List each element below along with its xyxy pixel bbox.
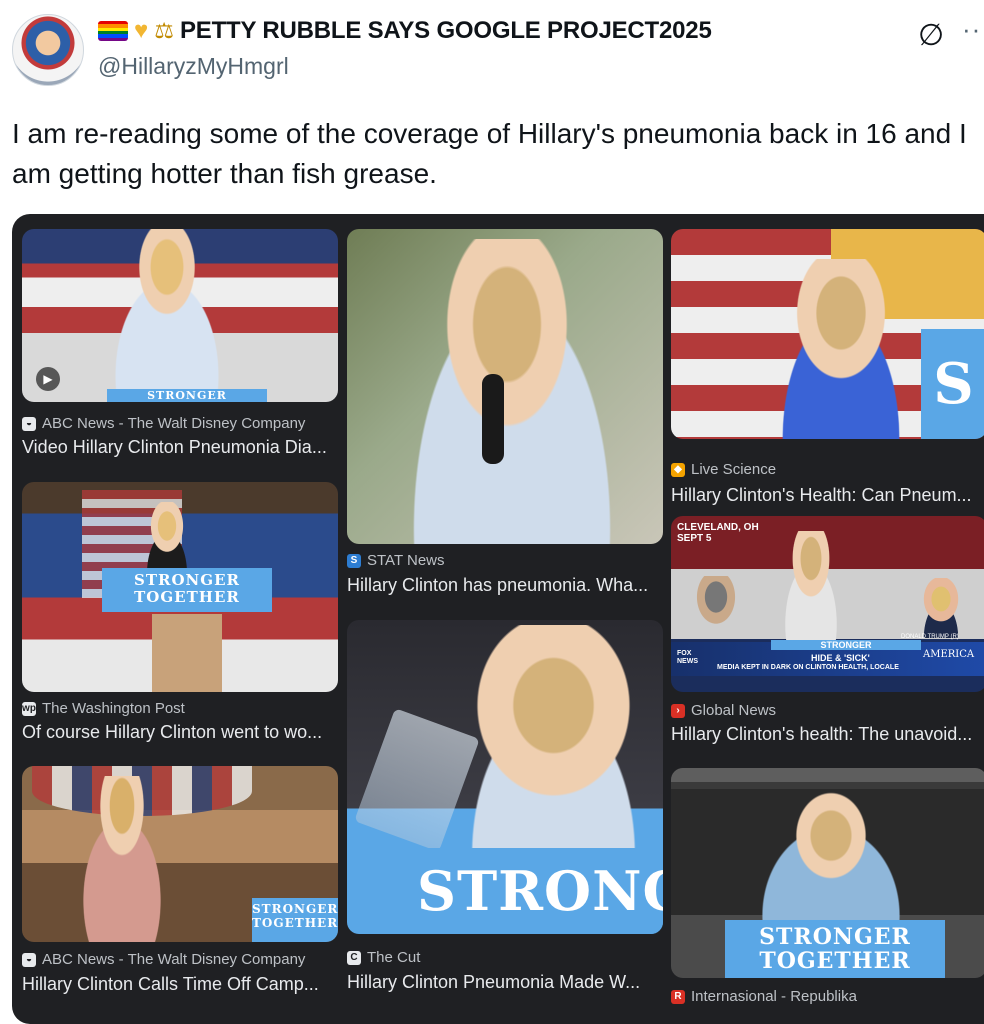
abc-news-icon: ◒ xyxy=(22,952,36,967)
abc-news-icon: ◒ xyxy=(22,416,36,431)
ticker-label: MEDIA KEPT IN DARK ON CLINTON HEALTH, LO… xyxy=(717,664,899,671)
stat-news-icon: S xyxy=(347,553,361,568)
source-label: wp The Washington Post xyxy=(22,700,185,717)
play-icon[interactable]: ▶ xyxy=(36,367,60,391)
rainbow-flag-icon xyxy=(98,21,128,41)
source-label: ◒ ABC News - The Walt Disney Company xyxy=(22,951,305,968)
image-thumbnail[interactable]: S xyxy=(671,229,984,439)
image-thumbnail[interactable] xyxy=(347,229,663,544)
global-news-icon: › xyxy=(671,703,685,718)
image-title[interactable]: Of course Hillary Clinton went to wo... xyxy=(22,722,342,743)
sign-text: STRONG xyxy=(377,848,663,934)
display-name[interactable]: PETTY RUBBLE SAYS GOOGLE PROJECT2025 xyxy=(180,17,712,45)
scales-icon: ⚖ xyxy=(154,18,174,43)
washington-post-icon: wp xyxy=(22,701,36,716)
source-label: ◒ ABC News - The Walt Disney Company xyxy=(22,415,305,432)
fox-news-logo: FOX NEWS xyxy=(677,650,698,665)
image-thumbnail[interactable]: ▶ STRONGER xyxy=(22,229,338,402)
image-thumbnail[interactable]: STRONGER TOGETHER xyxy=(22,766,338,942)
source-label: R Internasional - Republika xyxy=(671,988,857,1005)
sign-text: STRONGER TOGETHER xyxy=(725,920,945,978)
yellow-heart-icon: ♥ xyxy=(134,17,149,44)
image-title[interactable]: Hillary Clinton Calls Time Off Camp... xyxy=(22,974,342,995)
image-thumbnail[interactable]: CLEVELAND, OH SEPT 5 DONALD TRUMP (R) STR… xyxy=(671,516,984,692)
image-thumbnail[interactable]: STRONGER TOGETHER xyxy=(671,768,984,978)
image-title[interactable]: Hillary Clinton has pneumonia. Wha... xyxy=(347,575,667,596)
image-title[interactable]: Hillary Clinton Pneumonia Made W... xyxy=(347,972,667,993)
sign-text: STRONGER TOGETHER xyxy=(102,568,272,612)
republika-icon: R xyxy=(671,989,685,1004)
sign-text: STRONGER xyxy=(107,389,267,402)
image-thumbnail[interactable]: STRONG xyxy=(347,620,663,934)
headline-label: HIDE & 'SICK' xyxy=(811,653,870,663)
source-label: S STAT News xyxy=(347,552,445,569)
sign-text: S xyxy=(921,329,984,439)
source-label: › Global News xyxy=(671,702,776,719)
location-label: CLEVELAND, OH SEPT 5 xyxy=(677,522,759,544)
sign-text: STRONGER TOGETHER xyxy=(252,898,338,942)
tweet-text: I am re-reading some of the coverage of … xyxy=(12,118,967,189)
avatar[interactable] xyxy=(12,14,84,86)
image-title[interactable]: Video Hillary Clinton Pneumonia Dia... xyxy=(22,437,342,458)
mute-icon[interactable]: ∅ xyxy=(918,18,944,53)
user-handle[interactable]: @HillaryzMyHmgrl xyxy=(98,53,289,80)
live-science-icon: ◆ xyxy=(671,462,685,477)
image-thumbnail[interactable]: STRONGER TOGETHER xyxy=(22,482,338,692)
the-cut-icon: C xyxy=(347,950,361,965)
source-label: ◆ Live Science xyxy=(671,461,776,478)
sign-text: STRONGER xyxy=(771,640,921,650)
author-name-row[interactable]: ♥ ⚖ PETTY RUBBLE SAYS GOOGLE PROJECT2025 xyxy=(98,17,712,45)
source-label: C The Cut xyxy=(347,949,420,966)
image-title[interactable]: Hillary Clinton's Health: Can Pneum... xyxy=(671,485,984,506)
channel-label: AMERICA xyxy=(923,649,975,660)
image-title[interactable]: Hillary Clinton's health: The unavoid... xyxy=(671,724,984,745)
more-icon[interactable]: ·· xyxy=(962,14,981,45)
tweet-media-image[interactable]: ▶ STRONGER ◒ ABC News - The Walt Disney C… xyxy=(12,214,984,1024)
